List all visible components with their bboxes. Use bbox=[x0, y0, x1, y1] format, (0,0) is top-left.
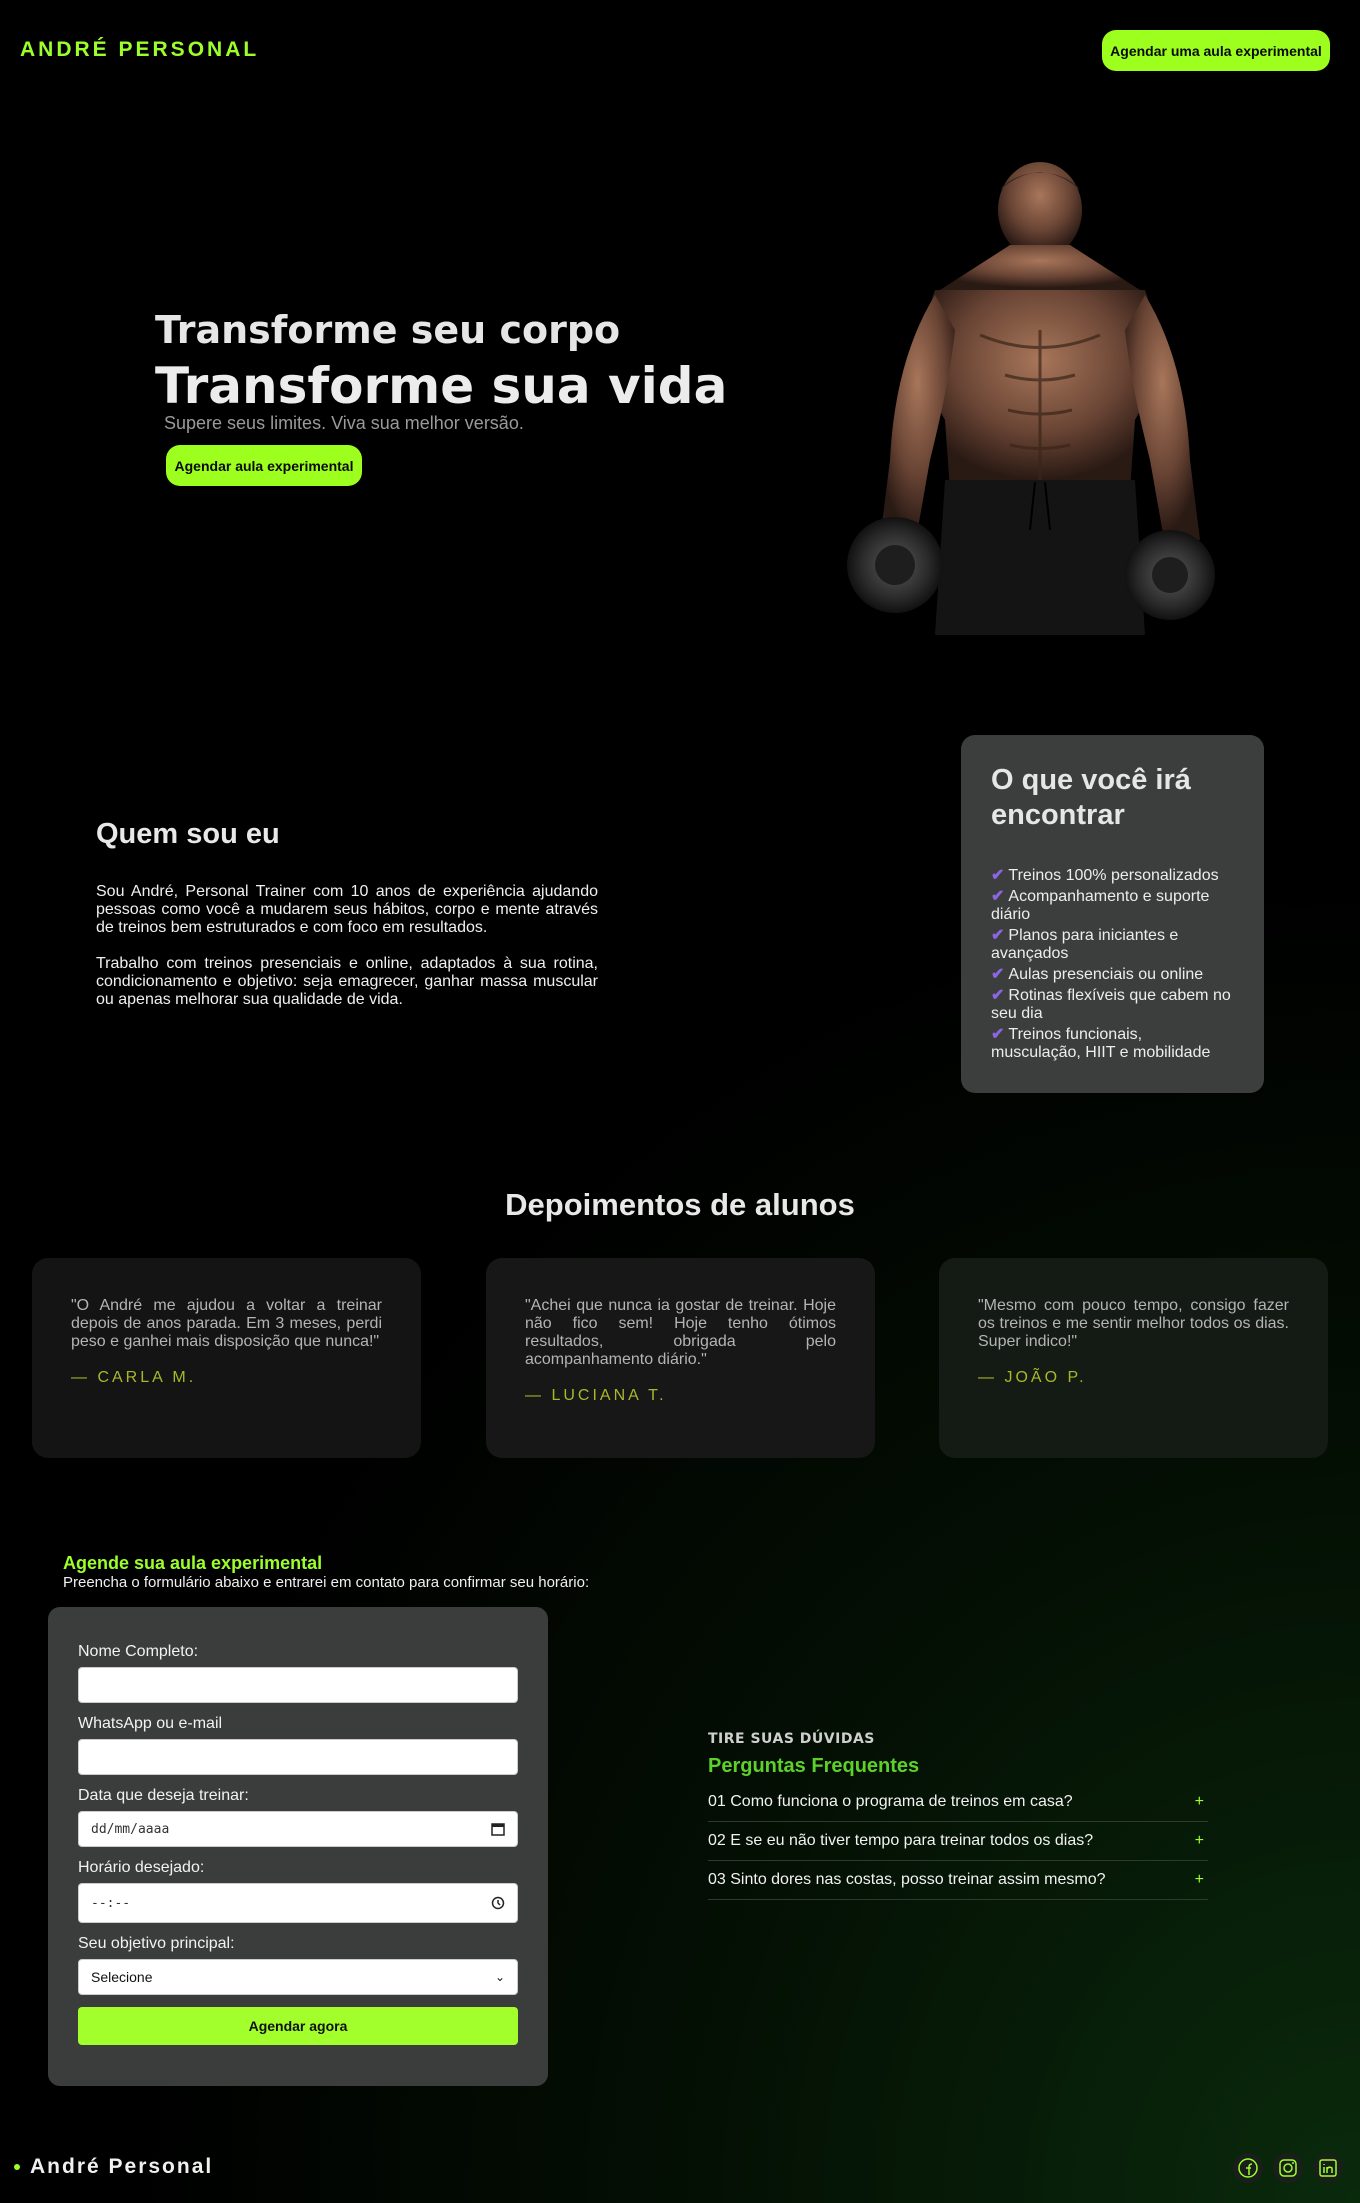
feature-label: Aulas presenciais ou online bbox=[1008, 966, 1204, 983]
feature-item: ✔ Aulas presenciais ou online bbox=[991, 966, 1234, 984]
time-placeholder: --:-- bbox=[91, 1895, 131, 1911]
date-placeholder: dd/mm/aaaa bbox=[91, 1821, 170, 1837]
testimonial-quote: "Achei que nunca ia gostar de treinar. H… bbox=[525, 1297, 836, 1368]
features-card: O que você irá encontrar ✔ Treinos 100% p… bbox=[961, 735, 1264, 1093]
faq-title: Perguntas Frequentes bbox=[708, 1755, 920, 1777]
about-paragraph: Trabalho com treinos presenciais e onlin… bbox=[96, 955, 598, 1008]
goal-label: Seu objetivo principal: bbox=[78, 1935, 235, 1952]
faq-item[interactable]: 02 E se eu não tiver tempo para treinar … bbox=[708, 1822, 1208, 1861]
testimonial-author: — LUCIANA T. bbox=[525, 1387, 667, 1404]
faq-kicker: TIRE SUAS DÚVIDAS bbox=[708, 1731, 875, 1747]
feature-label: Acompanhamento e suporte diário bbox=[991, 888, 1210, 923]
hero-cta-button[interactable]: Agendar aula experimental bbox=[166, 445, 362, 486]
faq-item[interactable]: 01 Como funciona o programa de treinos e… bbox=[708, 1783, 1208, 1822]
form-intro: Preencha o formulário abaixo e entrarei … bbox=[63, 1574, 590, 1591]
features-title: O que você irá encontrar bbox=[991, 764, 1191, 831]
hero-trainer-image bbox=[847, 162, 1215, 635]
date-label: Data que deseja treinar: bbox=[78, 1787, 249, 1804]
facebook-icon[interactable] bbox=[1233, 2153, 1263, 2183]
testimonial-card: "O André me ajudou a voltar a treinar de… bbox=[32, 1258, 421, 1458]
name-label: Nome Completo: bbox=[78, 1643, 199, 1660]
testimonial-card: "Achei que nunca ia gostar de treinar. H… bbox=[486, 1258, 875, 1458]
feature-item: ✔ Acompanhamento e suporte diário bbox=[991, 888, 1234, 924]
testimonial-author: — JOÃO P. bbox=[978, 1369, 1087, 1386]
check-icon: ✔ bbox=[991, 867, 1005, 884]
faq-question: 03 Sinto dores nas costas, posso treinar… bbox=[708, 1871, 1106, 1888]
about-paragraph: Sou André, Personal Trainer com 10 anos … bbox=[96, 883, 598, 936]
feature-item: ✔ Treinos funcionais, musculação, HIIT e … bbox=[991, 1026, 1234, 1062]
plus-icon[interactable]: + bbox=[1195, 1793, 1204, 1811]
testimonial-author: — CARLA M. bbox=[71, 1369, 197, 1386]
feature-item: ✔ Rotinas flexíveis que cabem no seu dia bbox=[991, 987, 1234, 1023]
check-icon: ✔ bbox=[991, 966, 1005, 983]
feature-label: Treinos 100% personalizados bbox=[1008, 867, 1219, 884]
plus-icon[interactable]: + bbox=[1195, 1832, 1204, 1850]
date-field[interactable]: dd/mm/aaaa bbox=[78, 1811, 518, 1847]
booking-form: Nome Completo: WhatsApp ou e-mail Data q… bbox=[48, 1607, 548, 2086]
testimonial-quote: "Mesmo com pouco tempo, consigo fazer os… bbox=[978, 1297, 1289, 1350]
footer-brand-label: André Personal bbox=[30, 2155, 214, 2178]
clock-icon[interactable] bbox=[491, 1896, 505, 1910]
about-text: Sou André, Personal Trainer com 10 anos … bbox=[96, 883, 598, 1009]
feature-item: ✔ Treinos 100% personalizados bbox=[991, 867, 1234, 885]
brand-logo[interactable]: ANDRÉ PERSONAL bbox=[20, 38, 259, 62]
testimonial-quote: "O André me ajudou a voltar a treinar de… bbox=[71, 1297, 382, 1350]
check-icon: ✔ bbox=[991, 927, 1005, 944]
check-icon: ✔ bbox=[991, 888, 1005, 905]
features-list: ✔ Treinos 100% personalizados ✔ Acompanham… bbox=[991, 867, 1234, 1062]
testimonial-card: "Mesmo com pouco tempo, consigo fazer os… bbox=[939, 1258, 1328, 1458]
time-label: Horário desejado: bbox=[78, 1859, 205, 1876]
testimonials-title: Depoimentos de alunos bbox=[505, 1187, 855, 1222]
contact-label: WhatsApp ou e-mail bbox=[78, 1715, 223, 1732]
check-icon: ✔ bbox=[991, 987, 1005, 1004]
contact-field[interactable] bbox=[78, 1739, 518, 1775]
linkedin-icon[interactable] bbox=[1313, 2153, 1343, 2183]
about-title: Quem sou eu bbox=[96, 818, 280, 850]
faq-item[interactable]: 03 Sinto dores nas costas, posso treinar… bbox=[708, 1861, 1208, 1900]
faq-list: 01 Como funciona o programa de treinos e… bbox=[708, 1783, 1208, 1900]
hero-title-line1: Transforme seu corpo bbox=[155, 308, 621, 352]
chevron-down-icon: ⌄ bbox=[494, 1970, 505, 1984]
goal-select[interactable]: Selecione ⌄ bbox=[78, 1959, 518, 1995]
form-kicker: Agende sua aula experimental bbox=[63, 1553, 323, 1573]
footer-brand: André Personal bbox=[14, 2155, 213, 2179]
hero-subtitle: Supere seus limites. Viva sua melhor ver… bbox=[164, 413, 524, 433]
feature-label: Rotinas flexíveis que cabem no seu dia bbox=[991, 987, 1231, 1022]
time-field[interactable]: --:-- bbox=[78, 1883, 518, 1923]
name-field[interactable] bbox=[78, 1667, 518, 1703]
header-cta-button[interactable]: Agendar uma aula experimental bbox=[1102, 30, 1330, 71]
dot-icon bbox=[14, 2164, 20, 2170]
check-icon: ✔ bbox=[991, 1026, 1005, 1043]
calendar-icon[interactable] bbox=[491, 1822, 505, 1836]
goal-selected: Selecione bbox=[91, 1969, 153, 1985]
feature-item: ✔ Planos para iniciantes e avançados bbox=[991, 927, 1234, 963]
feature-label: Treinos funcionais, musculação, HIIT e m… bbox=[991, 1026, 1211, 1061]
instagram-icon[interactable] bbox=[1273, 2153, 1303, 2183]
faq-question: 01 Como funciona o programa de treinos e… bbox=[708, 1793, 1073, 1810]
faq-question: 02 E se eu não tiver tempo para treinar … bbox=[708, 1832, 1094, 1849]
hero-title-line2: Transforme sua vida bbox=[155, 357, 728, 415]
feature-label: Planos para iniciantes e avançados bbox=[991, 927, 1179, 962]
submit-button[interactable]: Agendar agora bbox=[78, 2007, 518, 2045]
plus-icon[interactable]: + bbox=[1195, 1871, 1204, 1889]
